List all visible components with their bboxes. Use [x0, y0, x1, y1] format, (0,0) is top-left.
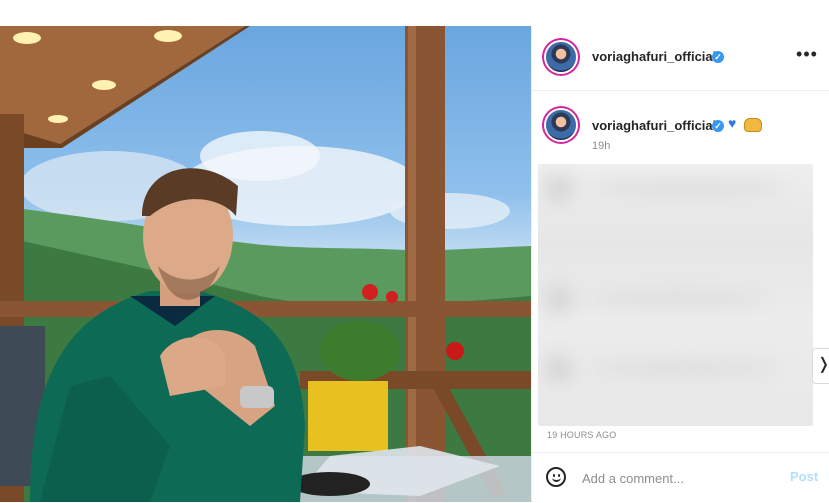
post-photo[interactable]: [0, 26, 531, 502]
caption-time[interactable]: 19h: [592, 140, 610, 152]
post-modal: voriaghafuri_official ✓ ••• voriaghafuri…: [0, 26, 829, 502]
more-options-icon[interactable]: •••: [794, 44, 820, 70]
post-side-panel: voriaghafuri_official ✓ ••• voriaghafuri…: [531, 26, 829, 502]
next-post-arrow[interactable]: ❭: [812, 348, 829, 384]
author-username[interactable]: voriaghafuri_official: [592, 49, 716, 64]
post-comment-button[interactable]: Post: [790, 469, 818, 484]
chevron-right-icon: ❭: [817, 355, 829, 375]
photo-illustration: [0, 26, 531, 502]
caption-username[interactable]: voriaghafuri_official: [592, 118, 716, 133]
author-avatar[interactable]: [546, 42, 576, 72]
blurred-comments: [538, 164, 813, 426]
comment-bar: Post: [532, 452, 829, 503]
top-strip: [0, 0, 829, 26]
caption-avatar[interactable]: [546, 110, 576, 140]
verified-badge-icon: ✓: [712, 51, 724, 63]
post-timestamp[interactable]: 19 HOURS AGO: [547, 430, 616, 440]
verified-badge-icon: ✓: [712, 120, 724, 132]
raised-hands-icon: [744, 118, 762, 132]
post-header: voriaghafuri_official ✓ •••: [532, 26, 829, 91]
emoji-picker-icon[interactable]: [546, 467, 566, 487]
caption: voriaghafuri_official ✓ ♥: [532, 90, 829, 150]
comment-input[interactable]: [582, 468, 782, 488]
blue-heart-icon: ♥: [728, 115, 737, 131]
